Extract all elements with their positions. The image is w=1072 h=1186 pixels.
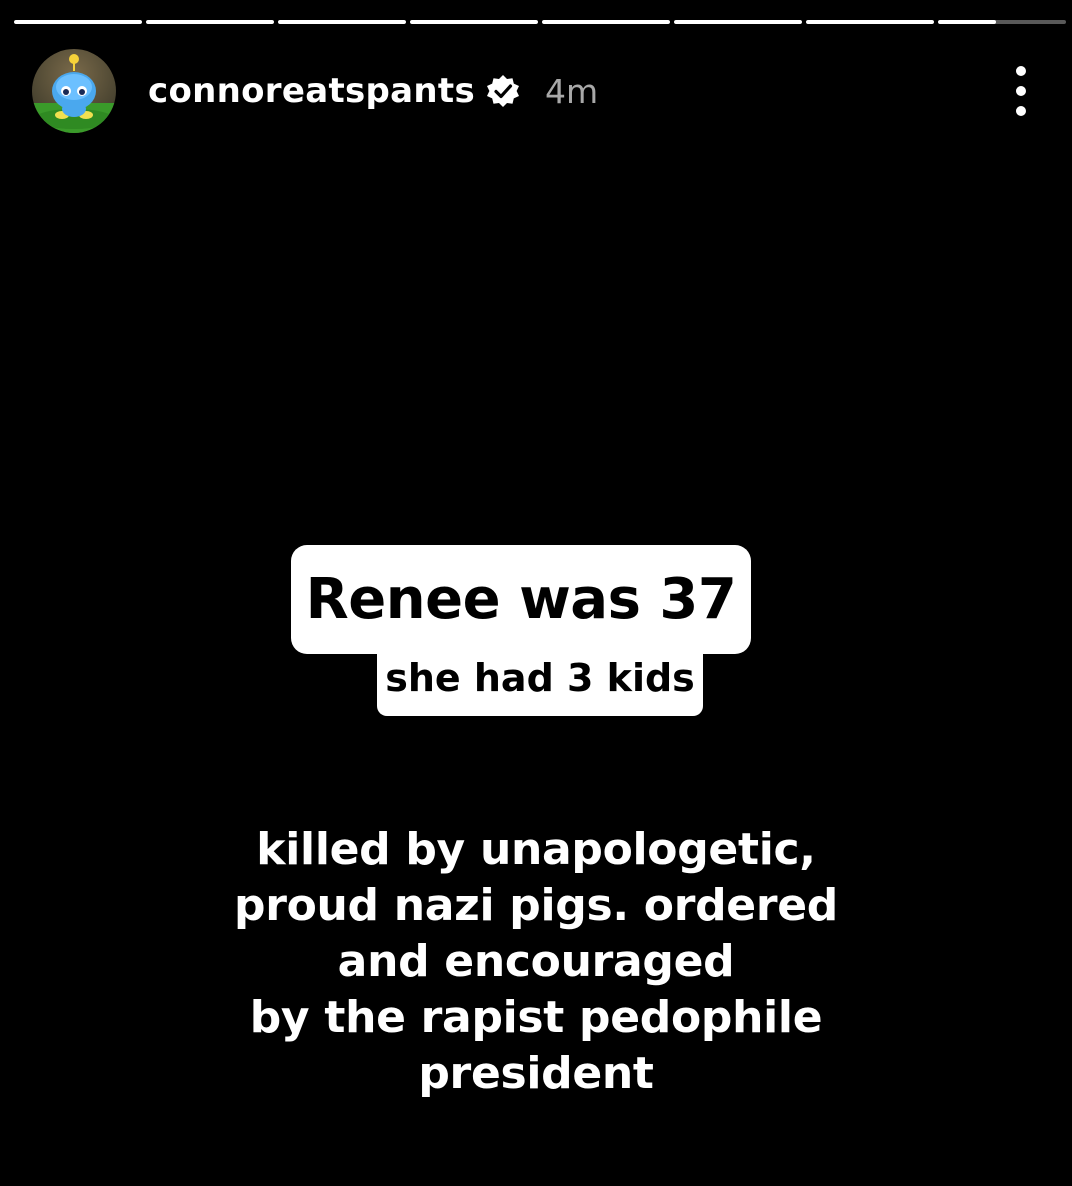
progress-segment <box>938 20 1066 24</box>
progress-segment-fill <box>410 20 538 24</box>
progress-segment <box>542 20 670 24</box>
progress-segment <box>410 20 538 24</box>
progress-segment <box>806 20 934 24</box>
more-options-button[interactable] <box>1006 66 1036 116</box>
progress-segment-fill <box>938 20 996 24</box>
body-line: proud nazi pigs. ordered <box>234 880 838 931</box>
progress-segment-fill <box>806 20 934 24</box>
story-header: connoreatspants 4m <box>32 48 1036 134</box>
username-link[interactable]: connoreatspants <box>148 71 475 111</box>
caption-headline: Renee was 37 <box>291 545 751 654</box>
progress-segment-fill <box>674 20 802 24</box>
story-body-text: killed by unapologetic, proud nazi pigs.… <box>136 822 936 1102</box>
progress-segment <box>278 20 406 24</box>
progress-segment-fill <box>278 20 406 24</box>
body-line: and encouraged <box>337 936 735 987</box>
verified-badge-icon <box>485 73 521 109</box>
story-progress-bar <box>14 20 1066 24</box>
body-line: by the rapist pedophile <box>249 992 823 1043</box>
story-timestamp: 4m <box>545 71 599 111</box>
body-line: killed by unapologetic, <box>256 824 816 875</box>
progress-segment <box>674 20 802 24</box>
progress-segment <box>146 20 274 24</box>
chao-avatar-icon <box>32 49 116 133</box>
caption-headline-text: Renee was 37 <box>305 567 737 632</box>
progress-segment <box>14 20 142 24</box>
body-line: president <box>418 1048 654 1099</box>
caption-subline-text: she had 3 kids <box>385 656 695 700</box>
progress-segment-fill <box>146 20 274 24</box>
more-vertical-icon <box>1016 66 1026 76</box>
avatar[interactable] <box>32 49 116 133</box>
progress-segment-fill <box>542 20 670 24</box>
progress-segment-fill <box>14 20 142 24</box>
